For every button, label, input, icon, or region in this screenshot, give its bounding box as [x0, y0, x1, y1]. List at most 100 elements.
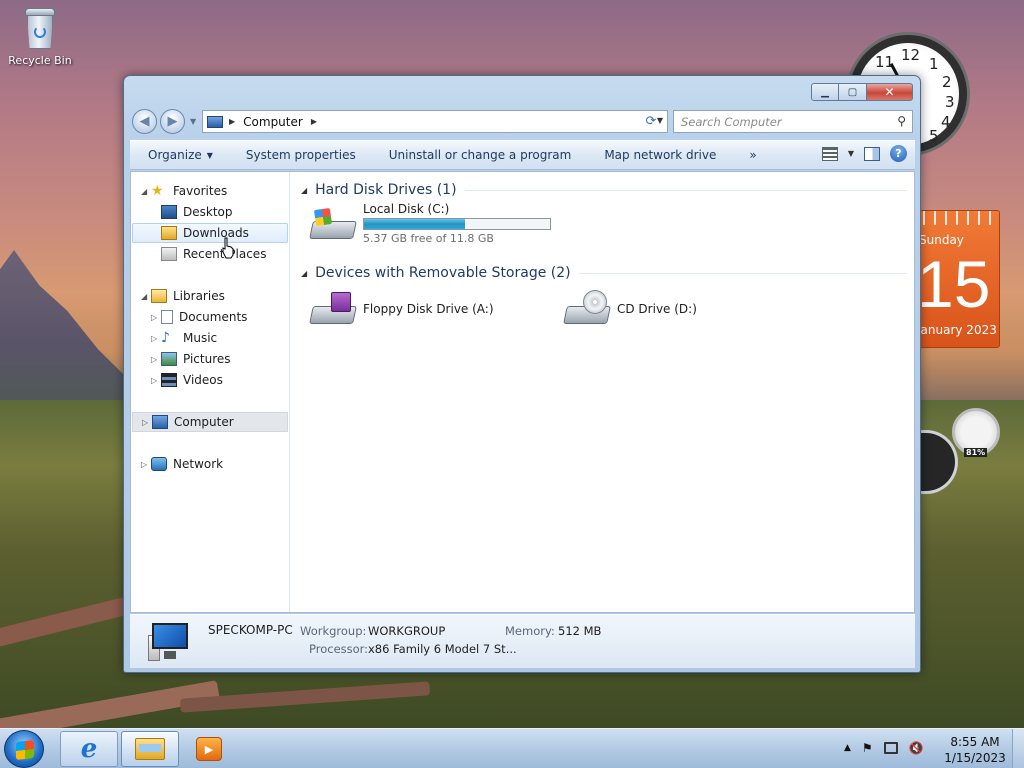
collapsed-arrow-icon[interactable]: ▷: [141, 460, 151, 469]
hand-cursor-icon: [222, 237, 234, 259]
recent-places-icon: [161, 247, 177, 261]
nav-favorites[interactable]: ◢ ★ Favorites: [141, 181, 227, 201]
taskbar-windows-explorer[interactable]: [121, 731, 179, 767]
nav-libraries[interactable]: ◢ Libraries: [141, 286, 225, 306]
volume-muted-icon[interactable]: 🔇: [909, 741, 924, 755]
breadcrumb-separator-icon[interactable]: ▶: [311, 117, 317, 126]
search-placeholder: Search Computer: [681, 114, 782, 129]
nav-documents[interactable]: ▷ Documents: [151, 307, 247, 327]
view-dropdown-icon[interactable]: ▼: [848, 149, 854, 158]
nav-documents-label: Documents: [179, 310, 248, 324]
close-button[interactable]: ✕: [867, 83, 913, 101]
content-area: ◢ ★ Favorites Desktop Downloads Recent P…: [130, 171, 915, 613]
internet-explorer-icon: e: [80, 734, 98, 764]
network-icon: [151, 457, 167, 471]
system-properties-button[interactable]: System properties: [228, 141, 371, 169]
help-icon[interactable]: ?: [890, 145, 907, 162]
expanded-arrow-icon[interactable]: ◢: [141, 187, 151, 196]
nav-downloads[interactable]: Downloads: [132, 223, 288, 243]
clock-number: 1: [929, 55, 939, 73]
recent-pages-dropdown[interactable]: ▼: [190, 117, 196, 126]
workgroup-label: Workgroup:: [300, 624, 367, 638]
desktop-icon-recycle-bin[interactable]: Recycle Bin: [6, 8, 74, 67]
nav-pictures-label: Pictures: [183, 352, 231, 366]
group-divider: [464, 189, 907, 191]
change-view-icon[interactable]: [821, 146, 838, 161]
group-collapse-icon[interactable]: ◢: [301, 269, 307, 278]
nav-network[interactable]: ▷ Network: [141, 454, 223, 474]
cd-drive-icon: [563, 290, 611, 326]
nav-favorites-label: Favorites: [173, 184, 228, 198]
collapsed-arrow-icon[interactable]: ▷: [151, 313, 161, 322]
computer-icon: [148, 621, 192, 661]
cpu-dial: [918, 430, 958, 494]
taskbar-internet-explorer[interactable]: e: [60, 731, 118, 767]
clock-time: 8:55 AM: [950, 735, 1000, 749]
system-properties-label: System properties: [245, 148, 356, 162]
details-pane: SPECKOMP-PC Workgroup: WORKGROUP Memory:…: [130, 614, 915, 668]
calendar-gadget[interactable]: Sunday 15 January 2023: [916, 210, 1000, 348]
chevron-down-icon: ▼: [206, 150, 213, 160]
group-header-removable-storage[interactable]: ◢ Devices with Removable Storage (2): [301, 263, 907, 283]
show-desktop-button[interactable]: [1012, 729, 1024, 768]
back-arrow-icon: ◀: [139, 114, 150, 129]
videos-icon: [161, 373, 177, 387]
drive-usage-bar: [363, 218, 551, 230]
nav-desktop-label: Desktop: [183, 205, 233, 219]
processor-label: Processor:: [309, 642, 369, 656]
collapsed-arrow-icon[interactable]: ▷: [142, 418, 152, 427]
taskbar-media-player[interactable]: ▶: [196, 737, 222, 761]
action-center-flag-icon[interactable]: ⚑: [862, 741, 873, 755]
nav-desktop[interactable]: Desktop: [161, 202, 233, 222]
processor-value: x86 Family 6 Model 7 St...: [368, 642, 517, 656]
address-bar[interactable]: ▶ Computer ▶ ▼: [202, 110, 668, 133]
drive-free-space: 5.37 GB free of 11.8 GB: [363, 232, 494, 245]
workgroup-value: WORKGROUP: [368, 624, 446, 638]
breadcrumb-separator-icon[interactable]: ▶: [229, 117, 235, 126]
organize-button[interactable]: Organize ▼: [130, 141, 228, 169]
nav-computer[interactable]: ▷ Computer: [132, 412, 288, 432]
nav-videos-label: Videos: [183, 373, 223, 387]
nav-computer-label: Computer: [174, 415, 234, 429]
search-icon[interactable]: ⚲: [897, 114, 906, 128]
nav-music[interactable]: ▷ ♪ Music: [151, 328, 217, 348]
collapsed-arrow-icon[interactable]: ▷: [151, 376, 161, 385]
drive-cd-d[interactable]: CD Drive (D:): [563, 290, 697, 326]
drive-label: Local Disk (C:): [363, 202, 450, 216]
nav-recent-places[interactable]: Recent Places: [161, 244, 266, 264]
calendar-weekday: Sunday: [919, 233, 964, 247]
music-icon: ♪: [161, 330, 170, 346]
collapsed-arrow-icon[interactable]: ▷: [151, 355, 161, 364]
breadcrumb-computer[interactable]: Computer: [243, 115, 303, 129]
drive-local-disk-c[interactable]: Local Disk (C:) 5.37 GB free of 11.8 GB: [309, 202, 551, 245]
back-button[interactable]: ◀: [132, 109, 157, 134]
more-commands-button[interactable]: »: [731, 141, 771, 169]
show-hidden-icons-icon[interactable]: ▲: [844, 743, 851, 753]
expanded-arrow-icon[interactable]: ◢: [141, 292, 151, 301]
search-input[interactable]: Search Computer ⚲: [673, 110, 913, 133]
computer-icon: [152, 415, 168, 429]
minimize-button[interactable]: ▁: [811, 83, 839, 101]
preview-pane-icon[interactable]: [864, 146, 880, 161]
organize-label: Organize: [148, 148, 202, 162]
uninstall-program-button[interactable]: Uninstall or change a program: [371, 141, 587, 169]
cpu-meter-gadget[interactable]: 81%: [918, 408, 1000, 498]
maximize-button[interactable]: ▢: [839, 83, 867, 101]
group-header-hard-disk-drives[interactable]: ◢ Hard Disk Drives (1): [301, 180, 907, 200]
nav-videos[interactable]: ▷ Videos: [151, 370, 223, 390]
group-collapse-icon[interactable]: ◢: [301, 186, 307, 195]
drive-label: Floppy Disk Drive (A:): [363, 302, 494, 316]
drive-label: CD Drive (D:): [617, 302, 697, 316]
map-network-drive-button[interactable]: Map network drive: [586, 141, 731, 169]
downloads-icon: [161, 226, 177, 240]
calendar-rings: [917, 211, 999, 225]
taskbar-clock[interactable]: 8:55 AM 1/15/2023: [944, 734, 1006, 766]
start-button[interactable]: [4, 730, 44, 768]
hard-disk-icon: [309, 207, 357, 241]
network-status-icon[interactable]: [883, 742, 898, 754]
drive-floppy-a[interactable]: Floppy Disk Drive (A:): [309, 292, 494, 326]
collapsed-arrow-icon[interactable]: ▷: [151, 334, 161, 343]
forward-button[interactable]: ▶: [160, 109, 185, 134]
refresh-button[interactable]: ⟳: [640, 110, 662, 133]
nav-pictures[interactable]: ▷ Pictures: [151, 349, 231, 369]
